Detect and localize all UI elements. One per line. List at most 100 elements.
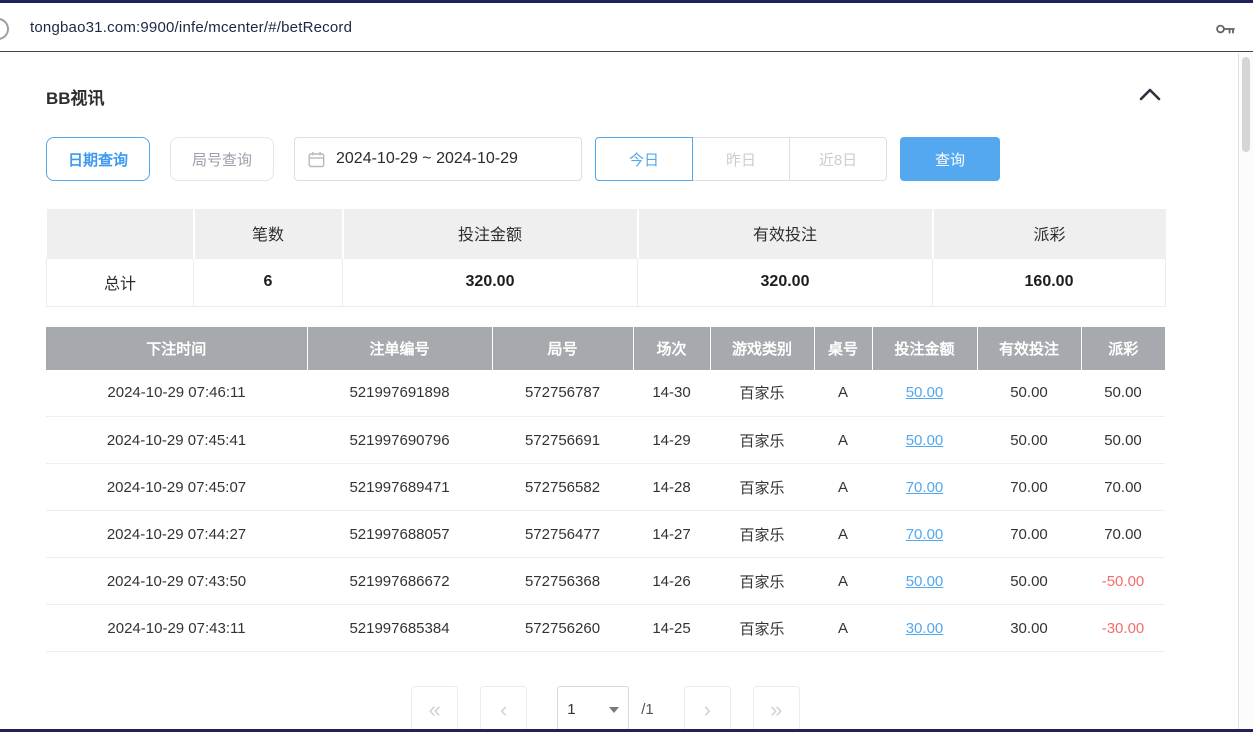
bet-time-cell: 2024-10-29 07:46:11 xyxy=(46,370,307,417)
table-no-cell: A xyxy=(814,417,872,464)
records-header-table: 桌号 xyxy=(814,327,872,370)
search-button[interactable]: 查询 xyxy=(900,137,1000,181)
record-row: 2024-10-29 07:45:07 521997689471 5727565… xyxy=(46,464,1165,511)
valid-bet-cell: 30.00 xyxy=(977,605,1081,652)
round-id-cell: 572756691 xyxy=(492,417,633,464)
records-table: 下注时间 注单编号 局号 场次 游戏类别 桌号 投注金额 有效投注 派彩 202… xyxy=(46,327,1165,653)
table-no-cell: A xyxy=(814,511,872,558)
password-key-icon[interactable] xyxy=(1213,17,1237,41)
next-page-button[interactable]: › xyxy=(684,686,731,732)
bet-time-cell: 2024-10-29 07:45:41 xyxy=(46,417,307,464)
summary-header-payout: 派彩 xyxy=(933,209,1166,258)
round-id-cell: 572756260 xyxy=(492,605,633,652)
records-header-time: 下注时间 xyxy=(46,327,307,370)
date-query-tab[interactable]: 日期查询 xyxy=(46,137,150,181)
date-range-input[interactable]: 2024-10-29 ~ 2024-10-29 xyxy=(294,137,582,181)
prev-page-button[interactable]: ‹ xyxy=(480,686,527,732)
records-header-valid: 有效投注 xyxy=(977,327,1081,370)
record-row: 2024-10-29 07:43:50 521997686672 5727563… xyxy=(46,558,1165,605)
records-header-payout: 派彩 xyxy=(1081,327,1165,370)
records-header-game: 游戏类别 xyxy=(710,327,814,370)
payout-cell: 70.00 xyxy=(1081,464,1165,511)
order-id-cell: 521997691898 xyxy=(307,370,492,417)
summary-payout-value: 160.00 xyxy=(933,258,1166,306)
session-cell: 14-28 xyxy=(633,464,710,511)
session-cell: 14-26 xyxy=(633,558,710,605)
chevron-down-icon xyxy=(609,707,619,713)
payout-cell: -50.00 xyxy=(1081,558,1165,605)
record-row: 2024-10-29 07:43:11 521997685384 5727562… xyxy=(46,605,1165,652)
records-header-bet: 投注金额 xyxy=(872,327,977,370)
summary-header-bet: 投注金额 xyxy=(343,209,638,258)
game-type-cell: 百家乐 xyxy=(710,417,814,464)
record-row: 2024-10-29 07:45:41 521997690796 5727566… xyxy=(46,417,1165,464)
bet-amount-link[interactable]: 70.00 xyxy=(872,511,977,558)
summary-row: 总计 6 320.00 320.00 160.00 xyxy=(47,258,1166,306)
records-header-round: 局号 xyxy=(492,327,633,370)
payout-cell: -30.00 xyxy=(1081,605,1165,652)
scrollbar-thumb[interactable] xyxy=(1242,57,1250,152)
game-type-cell: 百家乐 xyxy=(710,370,814,417)
valid-bet-cell: 50.00 xyxy=(977,558,1081,605)
quick-date-group: 今日 昨日 近8日 xyxy=(595,137,887,181)
summary-valid-value: 320.00 xyxy=(638,258,933,306)
round-id-cell: 572756477 xyxy=(492,511,633,558)
scrollbar[interactable] xyxy=(1238,53,1253,729)
game-type-cell: 百家乐 xyxy=(710,605,814,652)
game-type-cell: 百家乐 xyxy=(710,511,814,558)
bet-amount-link[interactable]: 70.00 xyxy=(872,464,977,511)
bet-time-cell: 2024-10-29 07:43:11 xyxy=(46,605,307,652)
bet-amount-link[interactable]: 50.00 xyxy=(872,417,977,464)
filter-row: 日期查询 局号查询 2024-10-29 ~ 2024-10-29 今日 昨日 … xyxy=(46,137,1165,181)
bet-amount-link[interactable]: 50.00 xyxy=(872,558,977,605)
table-no-cell: A xyxy=(814,558,872,605)
bet-time-cell: 2024-10-29 07:45:07 xyxy=(46,464,307,511)
yesterday-button[interactable]: 昨日 xyxy=(692,137,790,181)
last8days-button[interactable]: 近8日 xyxy=(789,137,887,181)
records-body: 2024-10-29 07:46:11 521997691898 5727567… xyxy=(46,370,1165,652)
table-no-cell: A xyxy=(814,464,872,511)
session-cell: 14-29 xyxy=(633,417,710,464)
order-id-cell: 521997686672 xyxy=(307,558,492,605)
record-row: 2024-10-29 07:46:11 521997691898 5727567… xyxy=(46,370,1165,417)
payout-cell: 50.00 xyxy=(1081,417,1165,464)
pagination: « ‹ 1 /1 › » xyxy=(46,686,1165,732)
bet-amount-link[interactable]: 50.00 xyxy=(872,370,977,417)
last-page-button[interactable]: » xyxy=(753,686,800,732)
round-id-cell: 572756368 xyxy=(492,558,633,605)
summary-row-label: 总计 xyxy=(47,258,194,306)
order-id-cell: 521997688057 xyxy=(307,511,492,558)
bet-record-panel: BB视讯 日期查询 局号查询 2024-10-29 ~ 2024-10-29 今… xyxy=(46,84,1165,732)
summary-count-value: 6 xyxy=(194,258,343,306)
summary-corner-cell xyxy=(47,209,194,258)
round-id-cell: 572756787 xyxy=(492,370,633,417)
valid-bet-cell: 70.00 xyxy=(977,464,1081,511)
session-cell: 14-30 xyxy=(633,370,710,417)
game-type-cell: 百家乐 xyxy=(710,558,814,605)
site-icon xyxy=(0,18,9,40)
order-id-cell: 521997685384 xyxy=(307,605,492,652)
round-id-cell: 572756582 xyxy=(492,464,633,511)
game-type-cell: 百家乐 xyxy=(710,464,814,511)
browser-topbar: tongbao31.com:9900/infe/mcenter/#/betRec… xyxy=(0,0,1253,52)
summary-table: 笔数 投注金额 有效投注 派彩 总计 6 320.00 320.00 160.0… xyxy=(46,209,1166,307)
summary-header-count: 笔数 xyxy=(194,209,343,258)
round-query-tab[interactable]: 局号查询 xyxy=(170,137,274,181)
date-range-value: 2024-10-29 ~ 2024-10-29 xyxy=(336,150,518,168)
first-page-button[interactable]: « xyxy=(411,686,458,732)
page-total-label: /1 xyxy=(641,701,654,718)
chevron-up-icon[interactable] xyxy=(1135,86,1165,108)
section-title: BB视讯 xyxy=(46,84,105,109)
bet-time-cell: 2024-10-29 07:43:50 xyxy=(46,558,307,605)
current-page-value: 1 xyxy=(567,701,575,718)
page-select[interactable]: 1 xyxy=(557,686,629,732)
bet-amount-link[interactable]: 30.00 xyxy=(872,605,977,652)
records-header-session: 场次 xyxy=(633,327,710,370)
summary-bet-value: 320.00 xyxy=(343,258,638,306)
calendar-icon xyxy=(308,151,325,168)
valid-bet-cell: 70.00 xyxy=(977,511,1081,558)
order-id-cell: 521997689471 xyxy=(307,464,492,511)
today-button[interactable]: 今日 xyxy=(595,137,693,181)
url-text[interactable]: tongbao31.com:9900/infe/mcenter/#/betRec… xyxy=(30,19,352,36)
payout-cell: 70.00 xyxy=(1081,511,1165,558)
